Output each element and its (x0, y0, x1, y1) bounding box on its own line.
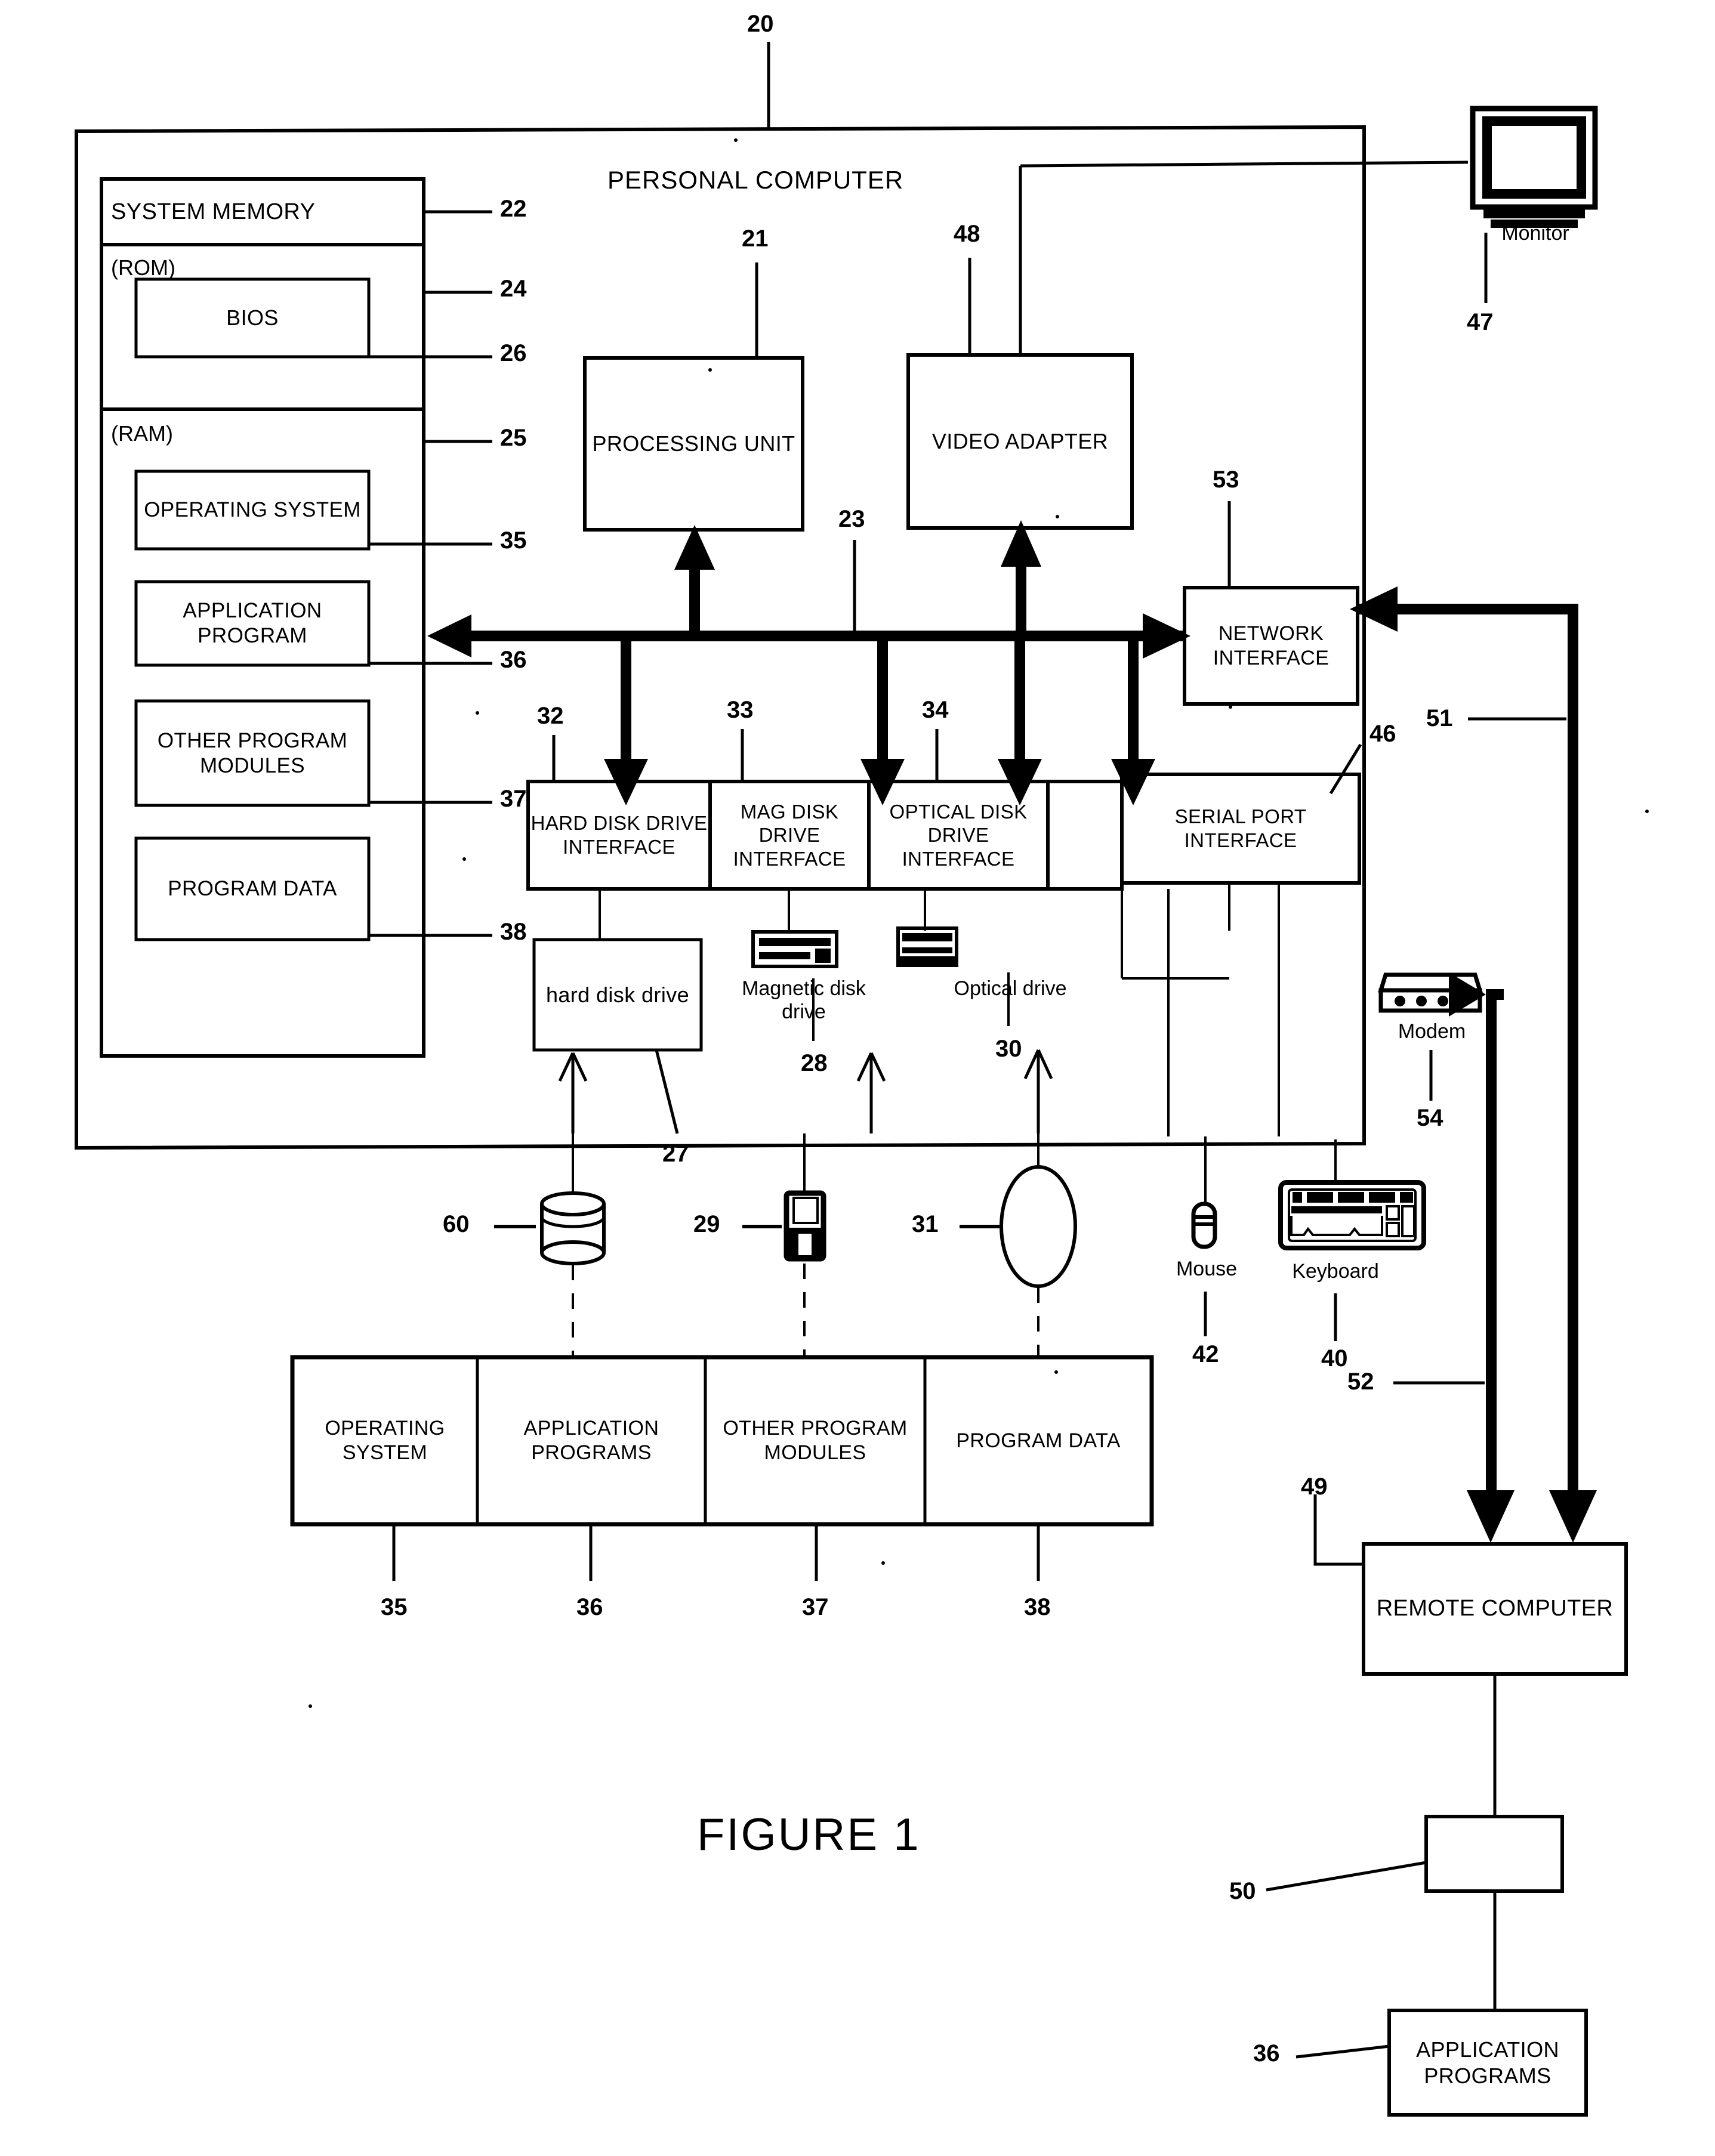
leader-27 (655, 1049, 679, 1134)
serial-port-interface-label: SERIAL PORT INTERFACE (1174, 805, 1307, 851)
monitor-label: Monitor (1501, 222, 1569, 245)
optical-drive-label: Optical drive (954, 977, 1067, 1000)
ref-52: 52 (1347, 1369, 1374, 1395)
program-data-label: PROGRAM DATA (168, 877, 337, 900)
bios-label: BIOS (226, 305, 279, 330)
ref-42: 42 (1192, 1341, 1219, 1367)
ref-53: 53 (1213, 467, 1239, 493)
ref-20: 20 (747, 11, 774, 37)
application-program-label: APPLICATION PROGRAM (183, 599, 322, 647)
monitor-icon (1470, 106, 1598, 228)
mag-disk-drive-interface-label: MAG DISK DRIVE INTERFACE (733, 800, 846, 870)
ref-25: 25 (500, 425, 527, 451)
ref-35-storage: 35 (381, 1594, 408, 1620)
ref-38-memory: 38 (500, 919, 527, 945)
magnetic-disk-drive-icon (751, 930, 838, 968)
ref-29: 29 (693, 1211, 720, 1237)
memory-ref-leaders (369, 210, 492, 937)
hard-disk-drive-interface-label: HARD DISK DRIVE INTERFACE (530, 812, 708, 858)
hard-disk-platter-icon (540, 1191, 606, 1265)
ref-48: 48 (954, 221, 980, 247)
ref-54: 54 (1417, 1105, 1443, 1131)
ref-37-memory: 37 (500, 786, 527, 812)
ref-40: 40 (1321, 1345, 1348, 1372)
ref-21: 21 (742, 226, 769, 252)
ref-60: 60 (443, 1211, 470, 1237)
ref-35-memory: 35 (500, 527, 527, 554)
patent-figure-page: 20 PERSONAL COMPUTER SYSTEM MEMORY 22 (R… (0, 0, 1715, 2156)
bus-branch-up (674, 520, 1041, 635)
ref-23: 23 (838, 506, 865, 532)
ref-46: 46 (1369, 721, 1396, 747)
ref-50: 50 (1229, 1878, 1256, 1904)
hard-disk-drive-label: hard disk drive (545, 982, 690, 1007)
ref-22: 22 (500, 196, 527, 222)
keyboard-label: Keyboard (1292, 1260, 1379, 1283)
remote-memory-box (1424, 1815, 1564, 1893)
network-interface-label: NETWORK INTERFACE (1213, 622, 1330, 669)
ref-32: 32 (537, 703, 564, 729)
ref-34: 34 (922, 697, 949, 723)
rom-label: (ROM) (111, 255, 175, 280)
ref-38-storage: 38 (1024, 1594, 1051, 1620)
ref-31: 31 (912, 1211, 939, 1237)
other-program-modules-label: OTHER PROGRAM MODULES (157, 728, 348, 777)
ref-51: 51 (1426, 705, 1453, 731)
storage-application-programs-label: APPLICATION PROGRAMS (523, 1417, 659, 1464)
ref-36-memory: 36 (500, 647, 527, 673)
processing-unit-label: PROCESSING UNIT (592, 431, 795, 456)
optical-disk-drive-interface-label: OPTICAL DISK DRIVE INTERFACE (889, 800, 1028, 870)
mouse-label: Mouse (1176, 1258, 1238, 1280)
ref-37-storage: 37 (802, 1594, 829, 1620)
ref-47: 47 (1467, 309, 1494, 335)
leader-remote-36 (1295, 2044, 1390, 2059)
system-memory-label: SYSTEM MEMORY (111, 199, 316, 225)
ref-36-remote: 36 (1253, 2040, 1280, 2067)
ref-27: 27 (662, 1141, 689, 1167)
media-dashed-connectors (572, 1264, 1040, 1357)
remote-computer-label: REMOTE COMPUTER (1376, 1596, 1614, 1621)
ref-49: 49 (1301, 1474, 1328, 1500)
mouse-icon (1191, 1201, 1217, 1249)
storage-program-data-label: PROGRAM DATA (956, 1429, 1121, 1452)
storage-operating-system-label: OPERATING SYSTEM (325, 1417, 445, 1464)
ram-label: (RAM) (111, 421, 173, 446)
ref-28: 28 (801, 1050, 828, 1076)
ref-30: 30 (995, 1036, 1022, 1062)
video-adapter-label: VIDEO ADAPTER (931, 429, 1109, 454)
optical-drive-icon (896, 926, 958, 967)
monitor-cable (1020, 160, 1469, 168)
optical-disc-icon (1000, 1165, 1077, 1288)
ref-36-storage: 36 (576, 1594, 603, 1620)
bus-branch-down (604, 634, 1155, 805)
system-bus (427, 613, 1190, 659)
lan-link-52 (1449, 972, 1514, 1543)
figure-caption: FIGURE 1 (697, 1809, 921, 1860)
ref-26: 26 (500, 340, 527, 366)
modem-label: Modem (1398, 1020, 1466, 1043)
storage-other-program-modules-label: OTHER PROGRAM MODULES (723, 1417, 908, 1464)
leader-50 (1266, 1861, 1427, 1892)
ref-24: 24 (500, 276, 527, 302)
operating-system-label: OPERATING SYSTEM (144, 498, 361, 521)
keyboard-icon (1278, 1180, 1426, 1250)
ref-33: 33 (727, 697, 754, 723)
remote-application-programs-label: APPLICATION PROGRAMS (1416, 2037, 1559, 2088)
storage-table-ref-leaders (392, 1524, 1040, 1581)
magnetic-disk-drive-label: Magnetic disk drive (742, 977, 866, 1023)
leader-49 (1313, 1494, 1364, 1566)
page-title: PERSONAL COMPUTER (607, 166, 904, 194)
floppy-diskette-icon (784, 1190, 826, 1262)
